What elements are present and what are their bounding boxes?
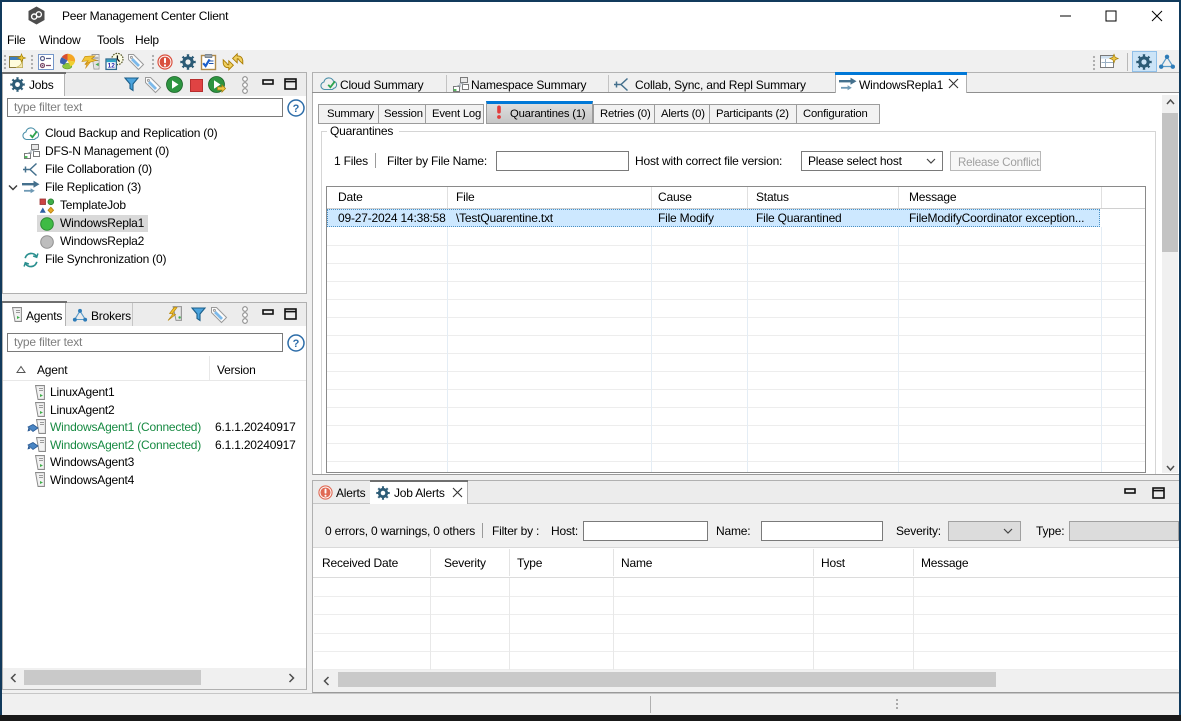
svg-text:12: 12	[108, 63, 116, 70]
svg-text:?: ?	[293, 103, 300, 115]
svg-text:?: ?	[293, 338, 300, 350]
